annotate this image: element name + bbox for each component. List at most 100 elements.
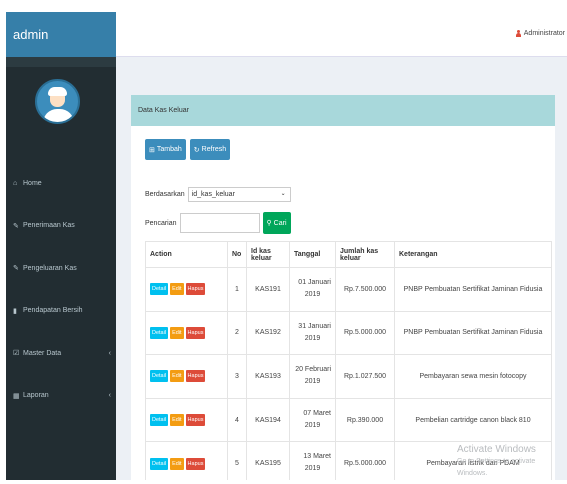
table-header-row: Action No Id kas keluar Tanggal Jumlah k… bbox=[145, 241, 552, 268]
sidebar-top-band bbox=[6, 57, 116, 67]
plus-icon: ⊞ bbox=[149, 146, 155, 154]
sidebar: ⌂ Home ✎ Penerimaan Kas ✎ Pengeluaran Kas ▮ Pen… bbox=[6, 57, 116, 480]
detail-button[interactable]: Detail bbox=[150, 414, 169, 427]
search-label: Pencarian bbox=[145, 219, 177, 227]
cell-id: KAS193 bbox=[246, 354, 290, 399]
search-button[interactable]: ⚲ Cari bbox=[262, 212, 291, 234]
delete-button[interactable]: Hapus bbox=[185, 283, 206, 296]
edit-button[interactable]: Edit bbox=[170, 283, 184, 296]
cell-no: 5 bbox=[227, 441, 247, 480]
search-input[interactable] bbox=[179, 213, 260, 233]
col-id: Id kas keluar bbox=[246, 241, 290, 268]
windows-watermark: Activate Windows Go to Settings to activ… bbox=[457, 444, 567, 480]
top-navbar: Administrator bbox=[116, 12, 567, 57]
content-panel: Data Kas Keluar ⊞ Tambah ↻ Refresh Berda… bbox=[131, 95, 555, 480]
cell-id: KAS191 bbox=[246, 267, 290, 312]
calendar-icon: ▦ bbox=[13, 392, 20, 400]
user-icon bbox=[515, 30, 521, 37]
row-actions: Detail Edit Hapus bbox=[145, 397, 228, 443]
detail-button[interactable]: Detail bbox=[150, 326, 169, 339]
filter-select[interactable]: id_kas_keluar ⌄ bbox=[187, 187, 291, 202]
add-button[interactable]: ⊞ Tambah bbox=[145, 139, 186, 160]
cell-date: 07 Maret 2019 bbox=[289, 397, 336, 443]
app-logo[interactable]: admin bbox=[6, 12, 116, 57]
row-actions: Detail Edit Hapus bbox=[145, 441, 228, 480]
cell-no: 1 bbox=[227, 267, 247, 312]
row-actions: Detail Edit Hapus bbox=[145, 354, 228, 399]
delete-button[interactable]: Hapus bbox=[185, 457, 206, 470]
sidebar-item-label: Penerimaan Kas bbox=[23, 222, 75, 230]
pencil-icon: ✎ bbox=[13, 265, 19, 273]
sidebar-item-laporan[interactable]: ▦ Laporan ‹ bbox=[6, 375, 116, 418]
table-row: Detail Edit Hapus 3 KAS193 20 Februari 2019 Rp.… bbox=[145, 354, 552, 399]
cell-note: PNBP Pembuatan Sertifikat Jaminan Fidusi… bbox=[394, 267, 552, 312]
sidebar-item-master-data[interactable]: ☑ Master Data ‹ bbox=[6, 332, 116, 375]
avatar bbox=[35, 79, 80, 124]
cell-date-year: 2019 bbox=[304, 291, 321, 298]
cell-date-day: 20 Februari bbox=[295, 366, 331, 374]
edit-button[interactable]: Edit bbox=[170, 326, 184, 339]
cell-note: Pembelian cartridge canon black 810 bbox=[394, 397, 552, 443]
sidebar-item-label: Pengeluaran Kas bbox=[23, 264, 77, 272]
detail-button[interactable]: Detail bbox=[150, 370, 169, 383]
edit-icon: ☑ bbox=[13, 350, 20, 358]
cell-note: Pembayaran sewa mesin fotocopy bbox=[394, 354, 552, 399]
table-row: Detail Edit Hapus 1 KAS191 01 Januari 2019 Rp.7… bbox=[145, 267, 552, 312]
add-button-label: Tambah bbox=[156, 146, 182, 153]
search-icon: ⚲ bbox=[266, 220, 272, 227]
watermark-subtitle: Go to Settings to activate Windows. bbox=[457, 458, 536, 477]
edit-button[interactable]: Edit bbox=[170, 457, 184, 470]
delete-button[interactable]: Hapus bbox=[185, 414, 206, 427]
col-no: No bbox=[227, 241, 247, 268]
cell-date-day: 13 Maret bbox=[303, 453, 331, 461]
cell-amount: Rp.1.027.500 bbox=[335, 354, 395, 399]
col-note: Keterangan bbox=[394, 241, 552, 268]
filter-row: Berdasarkan id_kas_keluar ⌄ bbox=[145, 187, 291, 202]
filter-label: Berdasarkan bbox=[145, 191, 185, 198]
user-menu[interactable]: Administrator bbox=[515, 30, 565, 37]
sidebar-item-penerimaan-kas[interactable]: ✎ Penerimaan Kas bbox=[6, 205, 116, 248]
delete-button[interactable]: Hapus bbox=[185, 370, 206, 383]
pencil-icon: ✎ bbox=[13, 222, 19, 230]
cell-amount: Rp.5.000.000 bbox=[335, 310, 395, 356]
file-icon: ▮ bbox=[13, 307, 17, 315]
row-actions: Detail Edit Hapus bbox=[145, 267, 228, 312]
chevron-left-icon: ‹ bbox=[108, 349, 111, 357]
watermark-title: Activate Windows bbox=[457, 444, 536, 455]
cell-no: 4 bbox=[227, 397, 247, 443]
sidebar-item-pendapatan-bersih[interactable]: ▮ Pendapatan Bersih bbox=[6, 290, 116, 333]
cell-date-day: 31 Januari bbox=[298, 322, 331, 330]
refresh-button-label: Refresh bbox=[201, 146, 227, 153]
cell-amount: Rp.390.000 bbox=[335, 397, 395, 443]
table-row: Detail Edit Hapus 2 KAS192 31 Januari 2019 Rp.5… bbox=[145, 310, 552, 356]
sidebar-item-pengeluaran-kas[interactable]: ✎ Pengeluaran Kas bbox=[6, 247, 116, 290]
home-icon: ⌂ bbox=[13, 179, 18, 187]
cell-no: 3 bbox=[227, 354, 247, 399]
cell-date: 20 Februari 2019 bbox=[289, 354, 336, 399]
search-row: Pencarian ⚲ Cari bbox=[145, 212, 291, 234]
edit-button[interactable]: Edit bbox=[170, 414, 184, 427]
toolbar: ⊞ Tambah ↻ Refresh bbox=[145, 139, 231, 160]
sidebar-item-label: Master Data bbox=[23, 349, 62, 357]
sidebar-menu: ⌂ Home ✎ Penerimaan Kas ✎ Pengeluaran Kas ▮ Pen… bbox=[6, 162, 116, 417]
col-action: Action bbox=[145, 241, 228, 268]
cell-date-day: 01 Januari bbox=[298, 279, 331, 286]
cell-date-day: 07 Maret bbox=[303, 409, 331, 417]
detail-button[interactable]: Detail bbox=[150, 283, 169, 296]
chevron-left-icon: ‹ bbox=[108, 392, 111, 400]
sidebar-item-label: Home bbox=[23, 179, 42, 187]
sidebar-item-home[interactable]: ⌂ Home bbox=[6, 162, 116, 205]
cell-amount: Rp.7.500.000 bbox=[335, 267, 395, 312]
delete-button[interactable]: Hapus bbox=[185, 326, 206, 339]
user-name: Administrator bbox=[523, 30, 565, 37]
edit-button[interactable]: Edit bbox=[170, 370, 184, 383]
refresh-button[interactable]: ↻ Refresh bbox=[189, 139, 231, 160]
search-button-label: Cari bbox=[273, 219, 287, 227]
cell-date-year: 2019 bbox=[304, 378, 321, 386]
filter-select-value: id_kas_keluar bbox=[191, 191, 235, 198]
cell-id: KAS192 bbox=[246, 310, 290, 356]
col-date: Tanggal bbox=[289, 241, 336, 268]
detail-button[interactable]: Detail bbox=[150, 457, 169, 470]
cell-id: KAS194 bbox=[246, 397, 290, 443]
sidebar-item-label: Laporan bbox=[23, 392, 49, 400]
